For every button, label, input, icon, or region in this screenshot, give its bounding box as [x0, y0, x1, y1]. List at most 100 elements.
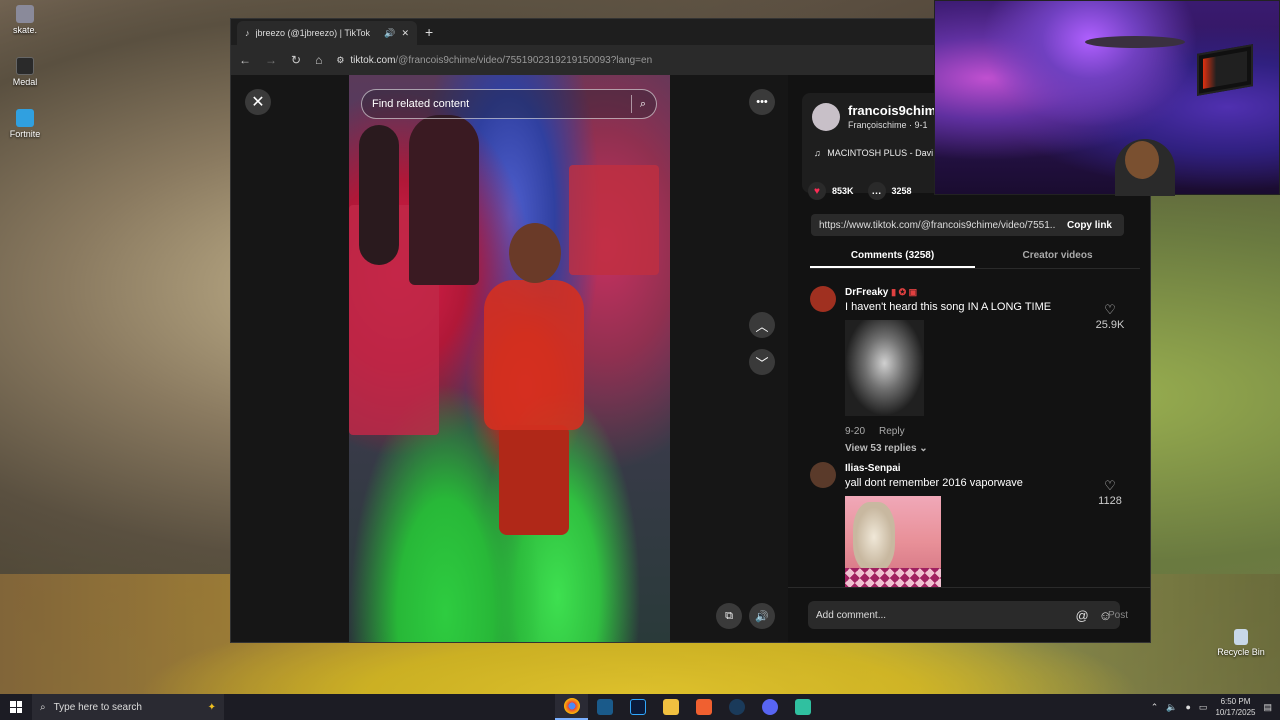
desktop-icon-recycle-bin[interactable]: Recycle Bin	[1216, 629, 1266, 657]
sparkle-icon: ✦	[207, 701, 216, 713]
add-comment-input[interactable]: Add comment... @ ☺	[808, 601, 1120, 629]
chevron-up-icon[interactable]: ⌃	[1151, 702, 1159, 713]
browser-tab[interactable]: ♪ jbreezo (@1jbreezo) | TikTok 🔊 ✕	[237, 21, 417, 45]
copy-link-button[interactable]: Copy link	[1055, 220, 1124, 231]
chrome-icon	[563, 698, 580, 714]
video-scene	[484, 280, 584, 430]
taskbar-app[interactable]	[786, 694, 819, 720]
creator-avatar[interactable]	[812, 103, 840, 131]
next-video-button[interactable]: ﹀	[749, 349, 775, 375]
heart-outline-icon[interactable]: ♡	[1090, 302, 1130, 318]
app-icon	[794, 699, 811, 715]
url-host: tiktok.com	[350, 54, 396, 66]
checker-floor	[845, 568, 941, 588]
related-search-input[interactable]: Find related content ⌕	[361, 89, 657, 119]
network-icon[interactable]: ▭	[1199, 702, 1208, 713]
taskbar-discord[interactable]	[753, 694, 786, 720]
share-link-row: https://www.tiktok.com/@francois9chime/v…	[811, 214, 1124, 236]
comment-count: 3258	[891, 186, 912, 196]
creator-display-name: Françoischime · 9-1	[848, 120, 928, 130]
heart-outline-icon[interactable]: ♡	[1090, 478, 1130, 494]
comment-like-count: 25.9K	[1095, 319, 1125, 331]
desktop-icon-medal[interactable]: Medal	[0, 57, 50, 87]
comment-icon[interactable]: …	[867, 182, 886, 200]
comment-date: 9-20	[845, 426, 866, 437]
reply-button[interactable]: Reply	[879, 426, 905, 437]
comment-image[interactable]	[845, 496, 941, 588]
comment-like[interactable]: ♡ 1128	[1090, 478, 1130, 507]
reload-icon[interactable]: ↻	[291, 53, 301, 67]
desktop-icon-fortnite[interactable]: Fortnite	[0, 109, 50, 139]
comment-text: I haven't heard this song IN A LONG TIME	[845, 301, 1052, 313]
video-scene	[409, 115, 479, 285]
tv	[1197, 44, 1253, 96]
recycle-bin-icon	[1234, 629, 1248, 645]
commenter-avatar[interactable]	[810, 286, 836, 312]
taskbar-search[interactable]: ⌕ Type here to search ✦	[32, 694, 224, 720]
close-tab-icon[interactable]: ✕	[401, 28, 409, 39]
commenter-name[interactable]: Ilias-Senpai	[845, 463, 901, 474]
comment-like[interactable]: ♡ 25.9K	[1090, 302, 1130, 331]
taskbar-steam[interactable]	[720, 694, 753, 720]
heart-icon[interactable]: ♥	[808, 182, 826, 200]
taskbar-brave[interactable]	[687, 694, 720, 720]
taskbar-search-placeholder: Type here to search	[53, 701, 142, 713]
like-count: 853K	[832, 186, 854, 196]
comment-image[interactable]	[845, 320, 924, 416]
comment-like-count: 1128	[1098, 495, 1122, 507]
music-title: MACINTOSH PLUS - Davi	[827, 148, 934, 158]
start-button[interactable]	[0, 694, 32, 720]
taskbar-photoshop[interactable]	[621, 694, 654, 720]
streamer-head	[1125, 141, 1159, 179]
video-area: Find related content ⌕ ✕ ••• ︿ ﹀ ⧉ 🔊	[231, 75, 788, 642]
commenter-name[interactable]: DrFreaky ▮ ✪ ▣	[845, 287, 917, 298]
prev-video-button[interactable]: ︿	[749, 312, 775, 338]
desktop-icon-label: Medal	[12, 77, 38, 87]
search-icon[interactable]: ⌕	[640, 98, 646, 111]
new-tab-button[interactable]: +	[425, 24, 433, 40]
clock[interactable]: 6:50 PM 10/17/2025	[1215, 696, 1255, 718]
commenter-avatar[interactable]	[810, 462, 836, 488]
taskbar-chrome[interactable]	[555, 694, 588, 720]
close-video-button[interactable]: ✕	[245, 89, 271, 115]
tab-comments[interactable]: Comments (3258)	[810, 245, 975, 268]
share-link: https://www.tiktok.com/@francois9chime/v…	[819, 219, 1055, 231]
volume-button[interactable]: 🔊	[749, 603, 775, 629]
taskbar-explorer[interactable]	[654, 694, 687, 720]
video-player[interactable]: Find related content ⌕	[349, 75, 670, 642]
fortnite-icon	[16, 109, 34, 127]
post-button[interactable]: Post	[1108, 610, 1128, 621]
video-scene	[359, 125, 399, 265]
comment-stat[interactable]: … 3258	[867, 182, 912, 200]
skate-icon	[16, 5, 34, 23]
more-options-button[interactable]: •••	[749, 89, 775, 115]
mention-icon[interactable]: @	[1076, 608, 1089, 623]
statue-image	[853, 502, 895, 572]
desktop-icon-label: skate.	[12, 25, 37, 35]
floating-player-button[interactable]: ⧉	[716, 603, 742, 629]
site-settings-icon[interactable]: ⚙	[336, 55, 344, 66]
forward-icon[interactable]: →	[265, 53, 277, 67]
medal-icon	[16, 57, 34, 75]
mic-icon[interactable]: ●	[1185, 702, 1190, 712]
home-icon[interactable]: ⌂	[315, 53, 322, 67]
windows-icon	[10, 701, 22, 713]
notification-icon[interactable]: ▤	[1263, 702, 1272, 713]
like-stat[interactable]: ♥ 853K	[808, 182, 854, 200]
desktop-icon-label: Recycle Bin	[1217, 647, 1265, 657]
volume-icon[interactable]: 🔈	[1166, 702, 1177, 713]
divider	[788, 587, 1150, 588]
video-scene	[509, 223, 561, 283]
view-replies-button[interactable]: View 53 replies ⌄	[845, 443, 928, 454]
tab-creator-videos[interactable]: Creator videos	[975, 245, 1140, 268]
brave-icon	[695, 699, 712, 715]
back-icon[interactable]: ←	[239, 53, 251, 67]
taskbar-vscode[interactable]	[588, 694, 621, 720]
desktop-icon-skate[interactable]: skate.	[0, 5, 50, 35]
taskbar-apps	[555, 694, 819, 720]
search-placeholder: Find related content	[372, 98, 470, 110]
music-row[interactable]: ♫ MACINTOSH PLUS - Davi	[814, 148, 933, 158]
comment-meta: 9-20 Reply	[845, 426, 905, 437]
creator-username[interactable]: francois9chime	[848, 103, 943, 118]
speaker-icon[interactable]: 🔊	[384, 28, 395, 39]
